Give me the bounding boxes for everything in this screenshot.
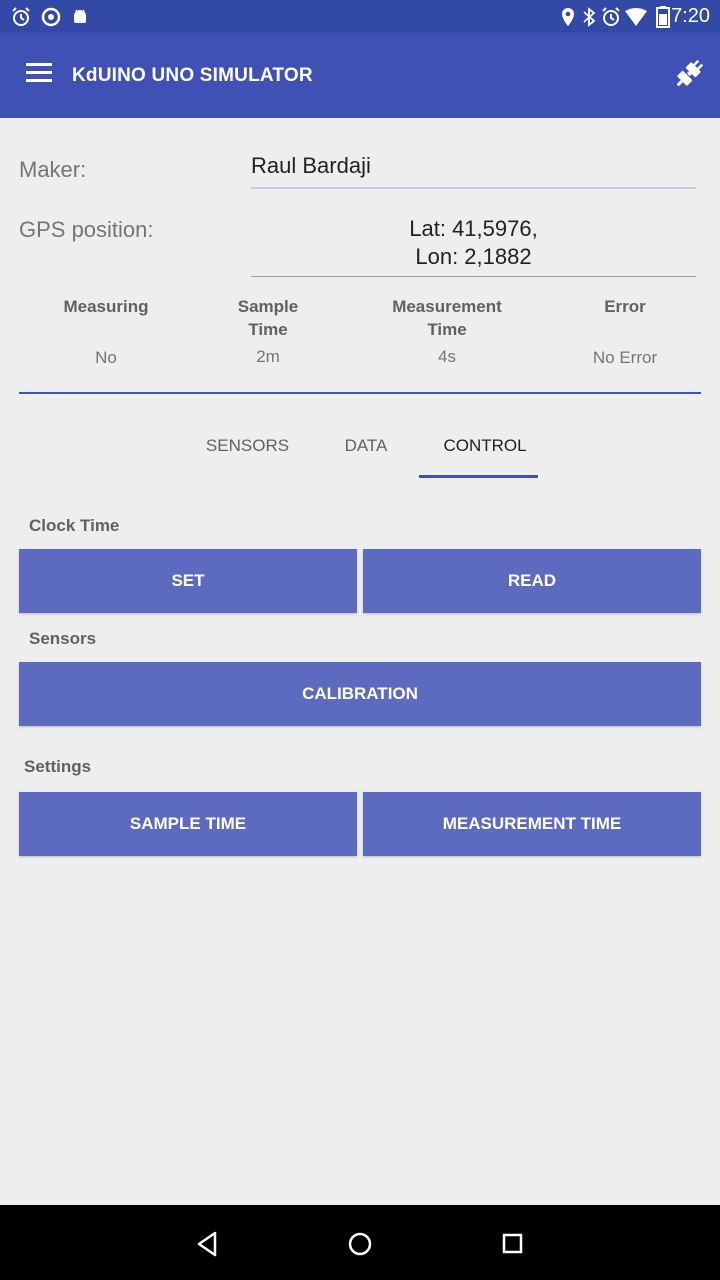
stat-error: Error No Error xyxy=(540,295,710,367)
gps-lon: Lon: 2,1882 xyxy=(415,244,532,269)
tab-sensors[interactable]: SENSORS xyxy=(196,436,299,456)
stat-measuring: Measuring No xyxy=(21,295,191,367)
settings-label: Settings xyxy=(24,757,92,776)
stat-value: No xyxy=(95,348,117,367)
stat-value: 2m xyxy=(256,347,280,366)
stat-head: Error xyxy=(604,297,646,316)
alarm-icon xyxy=(600,6,622,28)
status-time: 7:20 xyxy=(671,5,710,27)
sensors-label: Sensors xyxy=(29,629,97,648)
stat-head: Time xyxy=(248,320,288,339)
stat-head: Measurement xyxy=(392,297,502,316)
stat-sample-time: Sample Time 2m xyxy=(183,295,353,366)
maker-field[interactable]: Raul Bardaji xyxy=(251,153,696,189)
stat-value: 4s xyxy=(438,347,456,366)
clock-time-label: Clock Time xyxy=(29,516,120,535)
gps-lat: Lat: 41,5976, xyxy=(409,216,538,241)
measurement-time-button[interactable]: MEASUREMENT TIME xyxy=(363,792,701,856)
stat-head: Sample xyxy=(237,297,299,316)
stat-measurement-time: Measurement Time 4s xyxy=(362,295,532,366)
tab-bar: SENSORS DATA CONTROL xyxy=(0,420,720,480)
alarm-icon xyxy=(10,6,32,28)
stat-head: Measuring xyxy=(63,297,149,316)
status-summary: Measuring No Sample Time 2m Measurement … xyxy=(19,295,701,394)
back-icon[interactable] xyxy=(193,1229,223,1259)
stat-value: No Error xyxy=(592,348,658,367)
android-icon xyxy=(69,6,91,28)
gps-label: GPS position: xyxy=(19,217,154,242)
tab-control[interactable]: CONTROL xyxy=(419,436,551,456)
status-bar: 7:20 xyxy=(0,0,720,33)
navigation-bar xyxy=(0,1205,720,1280)
calibration-button[interactable]: CALIBRATION xyxy=(19,662,701,726)
tab-data[interactable]: DATA xyxy=(326,436,406,456)
connect-icon[interactable] xyxy=(672,57,706,91)
menu-icon[interactable] xyxy=(26,63,52,85)
gps-value: Lat: 41,5976, Lon: 2,1882 xyxy=(251,215,696,277)
camera-icon xyxy=(40,6,62,28)
app-title: KdUINO UNO SIMULATOR xyxy=(72,65,313,86)
app-bar: KdUINO UNO SIMULATOR xyxy=(0,33,720,118)
sample-time-button[interactable]: SAMPLE TIME xyxy=(19,792,357,856)
recents-icon[interactable] xyxy=(498,1229,528,1259)
set-button[interactable]: SET xyxy=(19,549,357,613)
maker-label: Maker: xyxy=(19,157,87,182)
tab-indicator xyxy=(419,475,538,478)
wifi-icon xyxy=(625,6,647,28)
stat-head: Time xyxy=(427,320,467,339)
home-icon[interactable] xyxy=(345,1229,375,1259)
read-button[interactable]: READ xyxy=(363,549,701,613)
location-icon xyxy=(557,6,579,28)
bluetooth-icon xyxy=(578,6,600,28)
